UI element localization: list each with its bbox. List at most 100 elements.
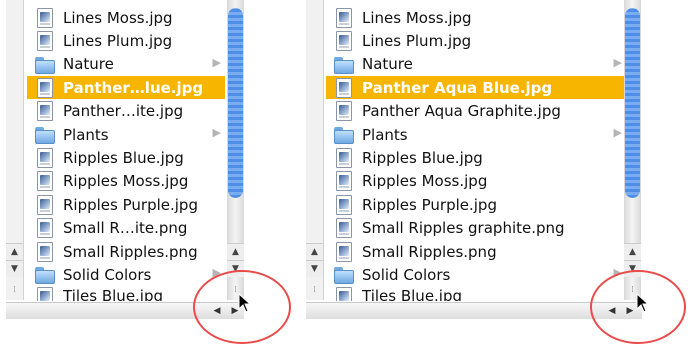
file-name-label: Panther…ite.jpg [63, 102, 184, 121]
image-file-icon [37, 286, 53, 301]
file-row[interactable]: Ripples Moss.jpg [27, 170, 225, 193]
file-row[interactable]: Small Ripples.png [27, 240, 225, 263]
file-name-label: Lines Moss.jpg [362, 8, 472, 27]
annotation-circle [590, 270, 686, 344]
file-list: Lines Moss.jpg Lines Plum.jpg Nature ▶ Panth… [27, 0, 225, 301]
prev-column-scrollbar[interactable]: ▲ ▼ ⁞ [306, 0, 324, 300]
file-name-label: Lines Plum.jpg [63, 31, 173, 50]
image-file-icon [37, 147, 53, 168]
image-file-icon [37, 218, 53, 239]
file-list-scrollbar[interactable]: ▲ ▼ ⁞ [227, 0, 244, 300]
file-name-label: Lines Moss.jpg [63, 8, 173, 27]
image-file-icon [37, 77, 53, 98]
file-row[interactable]: Lines Plum.jpg [326, 29, 626, 52]
disclosure-arrow-icon: ▶ [613, 55, 622, 69]
image-file-icon [37, 7, 53, 28]
image-file-icon [336, 171, 352, 192]
file-list: Lines Moss.jpg Lines Plum.jpg Nature ▶ Panth… [326, 0, 626, 301]
column-resize-grip-icon[interactable]: ⁞ [306, 284, 323, 296]
scroll-up-button[interactable]: ▲ [6, 243, 23, 260]
folder-row[interactable]: Nature ▶ [326, 53, 626, 76]
file-name-label: Ripples Purple.jpg [362, 195, 497, 214]
file-row[interactable]: Ripples Purple.jpg [27, 193, 225, 216]
folder-icon [35, 56, 55, 74]
folder-row[interactable]: Solid Colors ▶ [326, 263, 626, 286]
file-name-label: Small Ripples.png [362, 242, 497, 261]
folder-row[interactable]: Plants ▶ [326, 123, 626, 146]
folder-row[interactable]: Solid Colors ▶ [27, 263, 225, 286]
scroll-down-button[interactable]: ▼ [6, 260, 23, 277]
column-resize-grip-icon[interactable]: ⁞ [6, 284, 23, 296]
file-row[interactable]: Ripples Blue.jpg [326, 146, 626, 169]
folder-icon [334, 56, 354, 74]
file-row[interactable]: Ripples Purple.jpg [326, 193, 626, 216]
image-file-icon [336, 101, 352, 122]
file-row[interactable]: Panther…lue.jpg [27, 76, 225, 100]
file-name-label: Small R…ite.png [63, 219, 188, 238]
file-name-label: Nature [63, 55, 114, 74]
file-name-label: Solid Colors [362, 265, 451, 284]
scroll-up-button[interactable]: ▲ [624, 243, 641, 260]
file-name-label: Ripples Moss.jpg [63, 172, 189, 191]
file-name-label: Panther…lue.jpg [63, 78, 204, 97]
file-name-label: Ripples Purple.jpg [63, 195, 198, 214]
file-row[interactable]: Small Ripples.png [326, 240, 626, 263]
annotation-circle [193, 270, 291, 344]
scroll-up-button[interactable]: ▲ [227, 243, 244, 260]
file-name-label: Ripples Blue.jpg [362, 148, 483, 167]
file-name-label: Small Ripples graphite.png [362, 219, 565, 238]
file-name-label: Solid Colors [63, 265, 152, 284]
file-row[interactable]: Lines Moss.jpg [326, 6, 626, 29]
file-row[interactable]: Small R…ite.png [27, 217, 225, 240]
image-file-icon [37, 241, 53, 262]
file-name-label: Plants [362, 125, 408, 144]
column-view-narrow: ▲ ▼ ⁞ Lines Moss.jpg Lines Plum.jpg Nature… [0, 0, 300, 345]
disclosure-arrow-icon: ▶ [613, 126, 622, 139]
image-file-icon [336, 218, 352, 239]
folder-row[interactable]: Plants ▶ [27, 123, 225, 146]
file-row[interactable]: Lines Plum.jpg [27, 29, 225, 52]
file-name-label: Small Ripples.png [63, 242, 198, 261]
file-name-label: Ripples Blue.jpg [63, 148, 184, 167]
image-file-icon [336, 147, 352, 168]
scroll-up-button[interactable]: ▲ [306, 243, 323, 260]
file-name-label: Tiles Blue.jpg [63, 286, 164, 301]
folder-icon [35, 267, 55, 285]
image-file-icon [336, 286, 352, 301]
folder-icon [35, 127, 55, 144]
file-name-label: Ripples Moss.jpg [362, 172, 488, 191]
scroll-thumb[interactable] [228, 8, 243, 198]
file-name-label: Plants [63, 125, 109, 144]
disclosure-arrow-icon: ▶ [212, 126, 221, 139]
image-file-icon [336, 30, 352, 51]
file-row[interactable]: Panther…ite.jpg [27, 100, 225, 123]
folder-icon [334, 267, 354, 285]
image-file-icon [336, 77, 352, 98]
file-name-label: Lines Plum.jpg [362, 31, 472, 50]
file-row[interactable]: Panther Aqua Blue.jpg [326, 76, 626, 100]
column-view-wide: ▲ ▼ ⁞ Lines Moss.jpg Lines Plum.jpg Nature… [302, 0, 686, 345]
file-row[interactable]: Small Ripples graphite.png [326, 217, 626, 240]
image-file-icon [336, 241, 352, 262]
file-name-label: Nature [362, 55, 413, 74]
image-file-icon [37, 171, 53, 192]
file-row[interactable]: Lines Moss.jpg [27, 6, 225, 29]
image-file-icon [37, 194, 53, 215]
file-row[interactable]: Ripples Blue.jpg [27, 146, 225, 169]
file-row[interactable]: Tiles Blue.jpg [326, 286, 626, 301]
file-name-label: Panther Aqua Blue.jpg [362, 78, 553, 97]
file-row[interactable]: Panther Aqua Graphite.jpg [326, 100, 626, 123]
folder-icon [334, 127, 354, 144]
folder-row[interactable]: Nature ▶ [27, 53, 225, 76]
scroll-thumb[interactable] [625, 8, 640, 198]
file-row[interactable]: Ripples Moss.jpg [326, 170, 626, 193]
image-file-icon [37, 101, 53, 122]
file-list-scrollbar[interactable]: ▲ ▼ ⁞ [624, 0, 641, 300]
image-file-icon [37, 30, 53, 51]
disclosure-arrow-icon: ▶ [212, 55, 221, 69]
image-file-icon [336, 194, 352, 215]
file-name-label: Panther Aqua Graphite.jpg [362, 102, 561, 121]
image-file-icon [336, 7, 352, 28]
prev-column-scrollbar[interactable]: ▲ ▼ ⁞ [6, 0, 24, 300]
scroll-down-button[interactable]: ▼ [306, 260, 323, 277]
